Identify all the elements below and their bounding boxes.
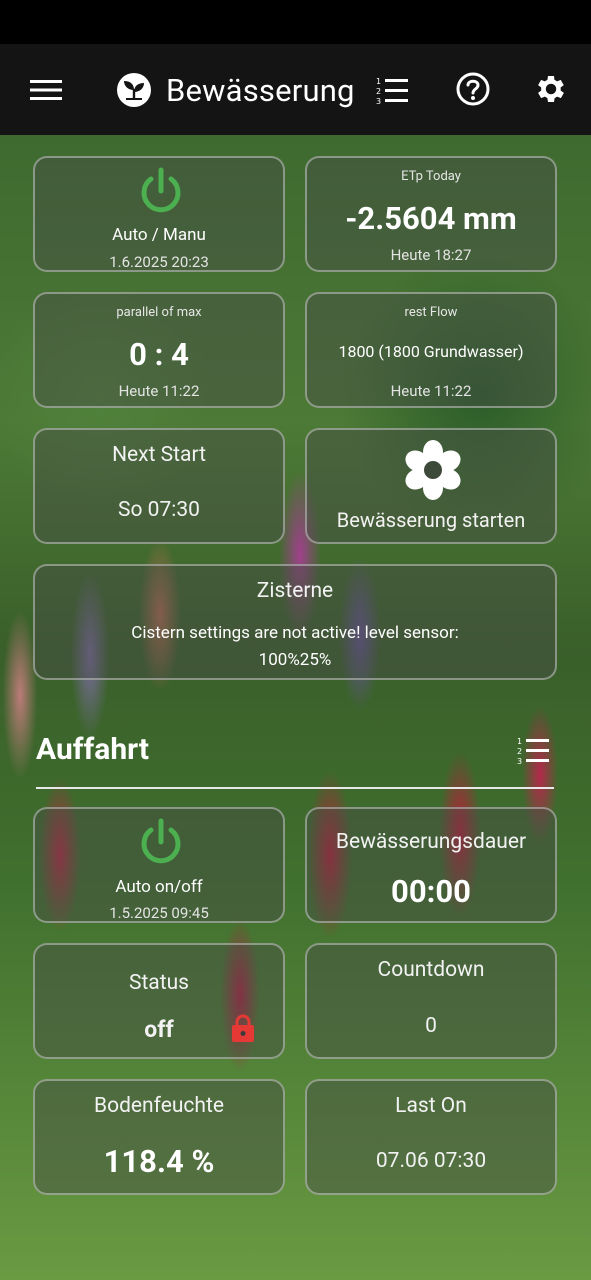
next-start-value: So 07:30 <box>118 498 200 522</box>
etp-label: ETp Today <box>401 169 461 184</box>
duration-value: 00:00 <box>391 873 471 910</box>
lock-icon <box>232 1014 254 1042</box>
zone-auto-timestamp: 1.5.2025 09:45 <box>109 904 209 922</box>
gear-icon <box>538 75 564 103</box>
help-button[interactable] <box>450 66 496 112</box>
menu-button[interactable] <box>22 66 70 114</box>
duration-label: Bewässerungsdauer <box>335 830 527 854</box>
svg-text:1: 1 <box>376 77 381 86</box>
etp-timestamp: Heute 18:27 <box>390 246 472 264</box>
menu-icon <box>30 80 62 100</box>
parallel-card: parallel of max 0 : 4 Heute 11:22 <box>33 292 285 408</box>
program-list-button[interactable]: 1 2 3 <box>370 68 416 114</box>
svg-text:3: 3 <box>517 757 522 766</box>
etp-value: -2.5604 mm <box>345 200 517 237</box>
auto-manu-card[interactable]: Auto / Manu 1.6.2025 20:23 <box>33 156 285 272</box>
rest-flow-label: rest Flow <box>404 305 458 320</box>
rest-flow-card: rest Flow 1800 (1800 Grundwasser) Heute … <box>305 292 557 408</box>
sprout-logo-icon <box>117 73 151 107</box>
help-circle-icon <box>456 72 490 106</box>
app-title-area: Bewässerung <box>116 66 355 114</box>
countdown-value: 0 <box>425 1014 437 1038</box>
last-on-value: 07.06 07:30 <box>375 1149 487 1173</box>
soil-moisture-label: Bodenfeuchte <box>94 1094 224 1118</box>
cistern-card: Zisterne Cistern settings are not active… <box>33 564 557 680</box>
cistern-label: Zisterne <box>256 579 334 603</box>
zone-auto-card[interactable]: Auto on/off 1.5.2025 09:45 <box>33 807 285 923</box>
section-divider <box>36 787 554 789</box>
flower-icon <box>405 440 461 500</box>
soil-moisture-card: Bodenfeuchte 118.4 % <box>33 1079 285 1195</box>
numbered-list-icon: 1 2 3 <box>376 77 408 106</box>
status-card: Status off <box>33 943 285 1059</box>
app-bar: Bewässerung 1 2 3 <box>0 44 591 135</box>
parallel-label: parallel of max <box>116 305 202 320</box>
next-start-label: Next Start <box>112 443 206 467</box>
countdown-card: Countdown 0 <box>305 943 557 1059</box>
svg-text:3: 3 <box>376 97 381 106</box>
power-icon <box>141 818 181 864</box>
rest-flow-value: 1800 (1800 Grundwasser) <box>338 342 524 361</box>
last-on-label: Last On <box>395 1094 467 1118</box>
start-irrigation-label: Bewässerung starten <box>336 508 526 532</box>
svg-text:1: 1 <box>517 737 522 746</box>
settings-button[interactable] <box>528 66 574 112</box>
zone-title: Auffahrt <box>36 732 149 767</box>
next-start-card: Next Start So 07:30 <box>33 428 285 544</box>
svg-text:2: 2 <box>517 747 522 756</box>
soil-moisture-value: 118.4 % <box>103 1143 215 1180</box>
auto-manu-label: Auto / Manu <box>112 225 206 245</box>
rest-flow-timestamp: Heute 11:22 <box>390 382 472 400</box>
power-icon <box>141 167 181 213</box>
app-title: Bewässerung <box>166 71 355 109</box>
zone-auto-label: Auto on/off <box>115 877 203 897</box>
last-on-card: Last On 07.06 07:30 <box>305 1079 557 1195</box>
parallel-timestamp: Heute 11:22 <box>118 382 200 400</box>
cistern-message-line2: 100%25% <box>258 650 332 670</box>
numbered-list-icon: 1 2 3 <box>517 737 549 766</box>
parallel-value: 0 : 4 <box>129 336 189 373</box>
etp-card: ETp Today -2.5604 mm Heute 18:27 <box>305 156 557 272</box>
svg-text:2: 2 <box>376 87 381 96</box>
status-bar <box>0 0 591 44</box>
zone-program-list-button[interactable]: 1 2 3 <box>514 733 554 769</box>
cistern-message-line1: Cistern settings are not active! level s… <box>131 623 459 643</box>
status-label: Status <box>128 971 190 995</box>
start-irrigation-button[interactable]: Bewässerung starten <box>305 428 557 544</box>
auto-manu-timestamp: 1.6.2025 20:23 <box>109 253 209 271</box>
countdown-label: Countdown <box>377 958 485 982</box>
duration-card[interactable]: Bewässerungsdauer 00:00 <box>305 807 557 923</box>
